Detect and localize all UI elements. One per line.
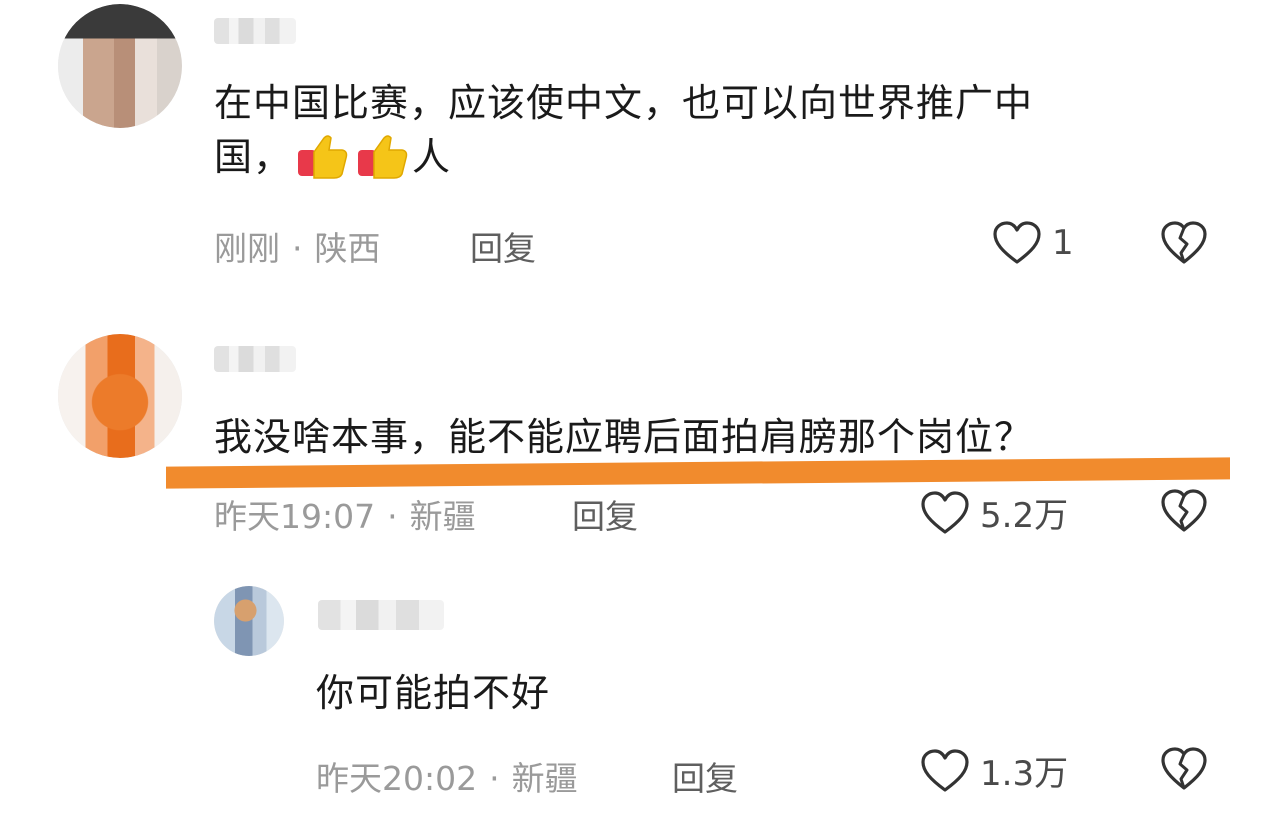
comment-text: 在中国比赛，应该使中文，也可以向世界推广中 国， 人 (214, 76, 1204, 184)
heart-outline-icon (921, 490, 969, 534)
avatar[interactable] (58, 334, 182, 458)
comment-text: 你可能拍不好 (316, 671, 551, 715)
username-blurred (214, 18, 296, 44)
heart-outline-icon (993, 221, 1041, 264)
comment-time: 昨天20:02 (316, 759, 478, 798)
broken-heart-icon (1161, 747, 1207, 790)
reply-button[interactable]: 回复 (572, 490, 638, 538)
reply-button[interactable]: 回复 (470, 222, 536, 270)
heart-outline-icon (921, 748, 969, 792)
thumbs-up-emoji-icon (354, 132, 410, 180)
comment-time: 刚刚 (214, 229, 280, 268)
like-button[interactable]: 1.3万 (920, 746, 1068, 795)
reply-button[interactable]: 回复 (672, 752, 738, 800)
comment-text-line: 国， (214, 135, 293, 179)
username-blurred (214, 346, 296, 372)
broken-heart-icon (1161, 489, 1207, 532)
separator-dot: · (489, 759, 500, 798)
like-count: 1.3万 (980, 754, 1069, 794)
comment-time: 昨天19:07 (214, 497, 376, 536)
dislike-button[interactable] (1160, 746, 1208, 796)
comment-text: 我没啥本事，能不能应聘后面拍肩膀那个岗位？ (214, 415, 1034, 459)
avatar[interactable] (214, 586, 284, 656)
avatar[interactable] (58, 4, 182, 128)
comment-location: 陕西 (314, 229, 381, 268)
separator-dot: · (387, 497, 398, 536)
comment-meta: 昨天19:07 · 新疆 (214, 490, 476, 538)
like-count: 5.2万 (980, 496, 1069, 536)
like-button[interactable]: 1 (992, 220, 1074, 266)
comment-location: 新疆 (409, 497, 476, 536)
comment-meta: 刚刚 · 陕西 (214, 222, 381, 270)
broken-heart-icon (1161, 221, 1207, 264)
like-button[interactable]: 5.2万 (920, 488, 1068, 537)
thumbs-up-emoji-icon (294, 132, 350, 180)
dislike-button[interactable] (1160, 220, 1208, 270)
comment-meta: 昨天20:02 · 新疆 (316, 752, 578, 800)
dislike-button[interactable] (1160, 488, 1208, 538)
comment-text-line: 在中国比赛，应该使中文，也可以向世界推广中 (214, 81, 1034, 125)
like-count: 1 (1052, 223, 1074, 263)
username-blurred (318, 600, 444, 630)
comment-location: 新疆 (511, 759, 578, 798)
comment-text-line: 人 (412, 135, 452, 179)
separator-dot: · (292, 229, 303, 268)
